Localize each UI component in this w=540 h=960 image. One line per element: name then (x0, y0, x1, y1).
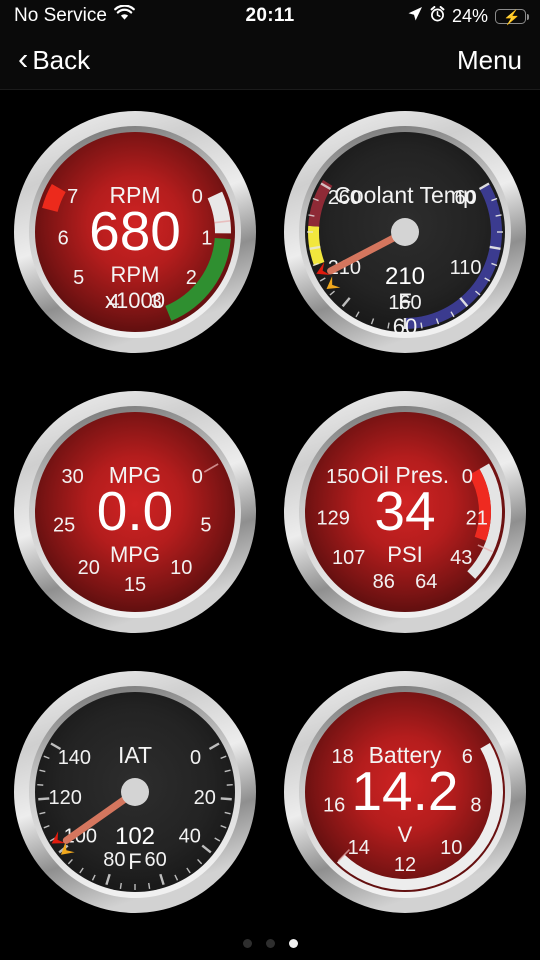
gauge-tick-label: 20 (194, 787, 216, 809)
gauge-unit: F (128, 849, 141, 874)
gauge-title: Coolant Temp (334, 182, 476, 208)
gauge-tick-label: 18 (332, 746, 354, 768)
page-dot[interactable] (242, 939, 252, 948)
gauge-value: 14.2 (351, 760, 458, 822)
page-dot[interactable] (288, 939, 298, 948)
gauge-value: 210 (385, 263, 425, 290)
gauge-tick-label: 6 (58, 227, 69, 249)
gauge-value: 680 (89, 200, 181, 262)
gauge-tick-label: 16 (323, 795, 345, 817)
page-dot[interactable] (265, 939, 275, 948)
back-button[interactable]: ‹ Back (18, 41, 91, 76)
gauge-unit: MPG (110, 542, 160, 567)
gauge-tick-label: 5 (200, 515, 211, 537)
gauge-tick-label: 86 (373, 571, 395, 593)
gauge-unit: PSI (387, 542, 422, 567)
gauge-tick-label: 80 (103, 849, 125, 871)
gauge-tick-label: 64 (415, 571, 437, 593)
back-button-label: Back (32, 45, 91, 75)
gauge-tick-label: 140 (58, 747, 91, 769)
gauge-tick-label: 0 (192, 186, 203, 208)
carrier-label: No Service (14, 5, 107, 26)
gauge-tick-label: 10 (170, 557, 192, 579)
gauge-tick-label: 1 (201, 227, 212, 249)
gauge-tick-label: 40 (179, 826, 201, 848)
gauge-tick-label: 120 (49, 787, 82, 809)
gauge-unit-secondary: x1000 (105, 288, 165, 313)
gauge-unit: RPM (111, 262, 160, 287)
gauge-tick-label: 21 (466, 507, 488, 529)
gauge-tick-label: 0 (192, 466, 203, 488)
gauge-mpg[interactable]: 0 5 10 15 20 25 30 MPG 0.0 MPG (0, 372, 270, 652)
gauge-tick-label: 12 (394, 854, 416, 876)
battery-percent-label: 24% (451, 5, 488, 26)
gauge-tick-label: 0 (190, 747, 201, 769)
gauge-unit-secondary: 60 (393, 314, 417, 339)
gauge-tick-label: 5 (73, 267, 84, 289)
gauge-tick-label: 10 (440, 837, 462, 859)
gauge-tick-label: 150 (326, 466, 359, 488)
gauge-tick-label: 2 (186, 267, 197, 289)
menu-button[interactable]: Menu (457, 45, 522, 76)
gauge-value: 34 (374, 480, 435, 542)
gauge-tick-label: 14 (348, 837, 370, 859)
gauge-tick-label: 8 (470, 795, 481, 817)
gauge-tick-label: 110 (450, 257, 482, 279)
gauge-value: 0.0 (97, 480, 173, 542)
gauge-battery[interactable]: 6 8 10 12 14 16 18 Battery 14.2 V (270, 652, 540, 932)
gauge-coolant[interactable]: 60 110 160 210 260 Coolant Temp 210 F 60 (270, 92, 540, 372)
status-bar: No Service 20:11 24% ⚡ (0, 0, 540, 32)
gauge-tick-label: 7 (67, 186, 78, 208)
gauge-tick-label: 30 (62, 466, 84, 488)
gauge-title: IAT (118, 742, 152, 768)
gauge-tick-label: 15 (124, 574, 146, 596)
alarm-clock-icon (430, 5, 445, 27)
status-bar-right: 24% ⚡ (407, 5, 530, 27)
gauge-tick-label: 129 (317, 507, 350, 529)
status-bar-left: No Service (14, 4, 135, 27)
gauge-grid: 0 1 2 3 4 5 6 7 RPM 680 RPM x1000 60 110 160 210 260 Cool… (0, 90, 540, 932)
gauge-tick-label: 0 (462, 466, 473, 488)
gauge-tick-label: 107 (332, 547, 365, 569)
battery-charging-icon: ⚡ (495, 8, 530, 25)
gauge-unit: F (398, 289, 411, 314)
gauge-iat[interactable]: 0 20 40 60 80 100 120 140 IAT 102 F (0, 652, 270, 932)
nav-bar: ‹ Back Menu (0, 32, 540, 90)
page-indicator (0, 939, 540, 948)
chevron-left-icon: ‹ (18, 41, 29, 76)
gauge-tick-label: 43 (450, 547, 472, 569)
gauge-oil[interactable]: 0 21 43 64 86 107 129 150 Oil Pres. 34 PSI (270, 372, 540, 652)
wifi-icon (114, 4, 135, 27)
gauge-tick-label: 60 (145, 849, 167, 871)
gauge-tick-label: 25 (53, 515, 75, 537)
gauge-rpm[interactable]: 0 1 2 3 4 5 6 7 RPM 680 RPM x1000 (0, 92, 270, 372)
gauge-tick-label: 20 (78, 557, 100, 579)
gauge-unit: V (398, 822, 413, 847)
gauge-tick-label: 6 (462, 746, 473, 768)
location-arrow-icon (407, 6, 423, 27)
gauge-value: 102 (115, 823, 155, 850)
